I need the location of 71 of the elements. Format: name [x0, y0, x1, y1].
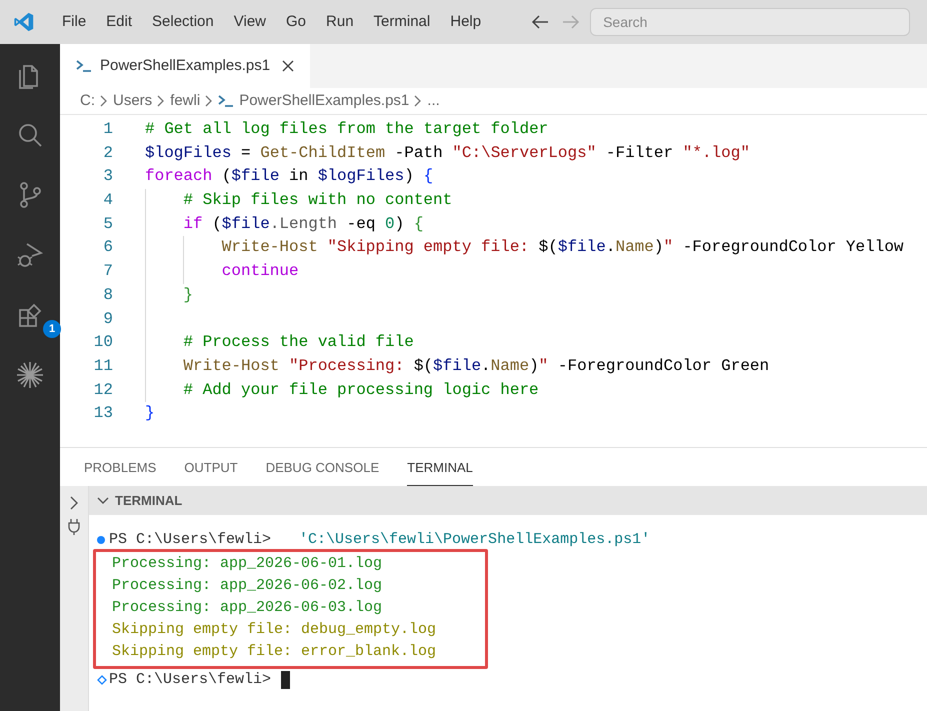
sparkle-icon[interactable] [15, 360, 45, 390]
command-marker-icon [97, 675, 107, 685]
menu-item[interactable]: Run [316, 10, 364, 34]
terminal-output-line: Skipping empty file: debug_empty.log [112, 620, 438, 640]
code-line: } [145, 403, 155, 424]
chevron-right-icon[interactable] [69, 496, 79, 510]
tab-label: PowerShellExamples.ps1 [100, 56, 270, 76]
line-number: 10 [92, 332, 113, 354]
code-line: # Get all log files from the target folder [145, 119, 548, 140]
menu-item[interactable]: Terminal [364, 10, 440, 34]
plug-icon[interactable] [68, 518, 80, 536]
back-arrow-icon[interactable] [531, 15, 550, 29]
chevron-down-icon [97, 496, 109, 504]
panel-tab[interactable]: OUTPUT [184, 458, 238, 486]
line-number: 5 [102, 214, 113, 235]
line-number: 11 [92, 356, 113, 377]
terminal-command: 'C:\Users\fewli\PowerShellExamples.ps1' [299, 530, 650, 550]
menu-item[interactable]: Go [276, 10, 316, 34]
code-line: continue [222, 261, 299, 282]
line-number: 2 [102, 142, 113, 164]
terminal-prompt-icon [76, 60, 92, 72]
count-badge: 1 [43, 320, 61, 338]
breadcrumb-item[interactable]: C: [80, 90, 95, 112]
cursor [281, 671, 290, 689]
line-number: 6 [102, 237, 113, 258]
search-field[interactable]: Search [590, 8, 910, 36]
blocks-icon[interactable] [18, 303, 42, 327]
panel-tab[interactable]: DEBUG CONSOLE [266, 458, 380, 486]
chevron-right-icon [100, 95, 108, 107]
line-number: 3 [102, 166, 113, 188]
code-line: Write-Host "Processing: $($file.Name)" -ForegroundColor Green [183, 356, 770, 377]
breadcrumb-item[interactable]: PowerShellExamples.ps1 [239, 90, 410, 112]
menu-item[interactable]: File [52, 10, 96, 34]
panel-tab[interactable]: PROBLEMS [84, 458, 156, 486]
code-line: if ($file.Length -eq 0) { [183, 214, 424, 235]
close-icon[interactable] [282, 60, 294, 72]
section-title: TERMINAL [115, 492, 182, 510]
code-line: # Skip files with no content [183, 190, 452, 212]
code-line: } [183, 284, 193, 306]
line-number: 8 [102, 284, 113, 306]
terminal-output-line: Processing: app_2026-06-01.log [112, 554, 384, 574]
line-number: 4 [102, 190, 113, 212]
terminal-prompt-icon [218, 95, 234, 107]
terminal-prompt: PS C:\Users\fewli> [109, 530, 272, 550]
line-number: 7 [102, 261, 113, 282]
chevron-right-icon [157, 95, 166, 107]
line-number: 1 [102, 119, 113, 140]
code-line: Write-Host "Skipping empty file: $($file.Name)" -ForegroundColor Yellow [222, 237, 904, 258]
terminal-output-line: Skipping empty file: error_blank.log [112, 642, 438, 662]
line-number: 9 [102, 308, 113, 330]
menu-item[interactable]: Help [440, 10, 492, 34]
terminal-prompt: PS C:\Users\fewli> [109, 670, 272, 690]
code-line: # Process the valid file [183, 332, 414, 354]
menu-item[interactable]: Edit [96, 10, 142, 34]
code-line: $logFiles = Get-ChildItem -Path "C:\ServerLogs" -Filter "*.log" [145, 142, 750, 164]
breadcrumb-item[interactable]: fewli [170, 90, 200, 112]
line-number: 13 [92, 403, 113, 424]
chevron-right-icon [205, 95, 214, 107]
chevron-right-icon [414, 95, 422, 107]
terminal-output-line: Processing: app_2026-06-03.log [112, 598, 384, 618]
menu-item[interactable]: View [224, 10, 276, 34]
section-header[interactable]: TERMINAL [89, 486, 927, 515]
code-line: foreach ($file in $logFiles) { [145, 166, 434, 188]
terminal-output-line: Processing: app_2026-06-02.log [112, 576, 384, 596]
code-line: # Add your file processing logic here [183, 380, 539, 401]
menu-item[interactable]: Selection [142, 10, 224, 34]
breadcrumb-item[interactable]: ... [427, 90, 440, 112]
line-number: 12 [92, 380, 113, 401]
breadcrumb-item[interactable]: Users [113, 90, 152, 112]
editor-tab[interactable]: PowerShellExamples.ps1 [60, 44, 310, 88]
logo-icon [13, 11, 35, 33]
